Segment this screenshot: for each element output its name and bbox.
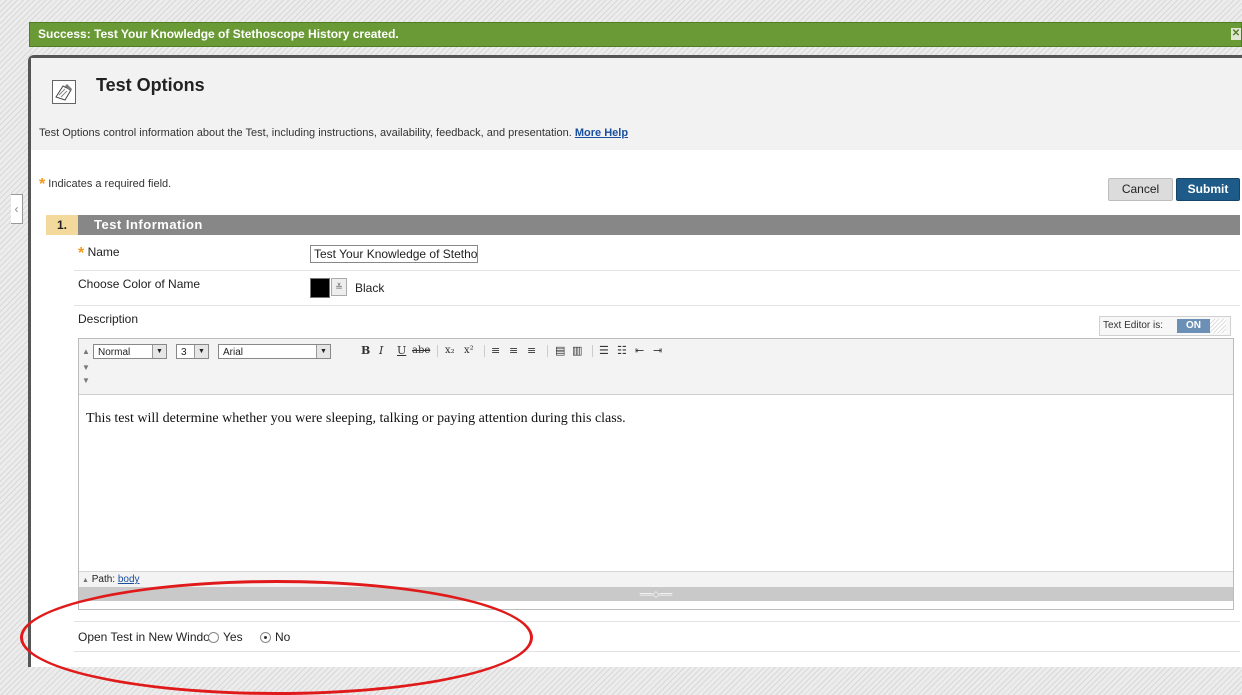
toolbar-separator bbox=[437, 345, 438, 357]
content-frame: Test Options Test Options control inform… bbox=[28, 55, 1242, 667]
required-note: * Indicates a required field. bbox=[39, 176, 171, 194]
section-title: Test Information bbox=[94, 217, 203, 232]
toolbar-separator bbox=[547, 345, 548, 357]
text-editor-toggle[interactable]: Text Editor is: ON bbox=[1099, 316, 1231, 336]
collapse-menu-button[interactable]: ‹ bbox=[11, 194, 23, 224]
path-collapse-icon[interactable]: ▲ bbox=[82, 577, 89, 584]
row-divider bbox=[74, 651, 1240, 652]
chevron-left-icon: ‹ bbox=[14, 202, 19, 216]
page-header: Test Options Test Options control inform… bbox=[31, 58, 1242, 150]
required-note-text: Indicates a required field. bbox=[48, 178, 172, 190]
name-label-text: Name bbox=[87, 245, 120, 259]
description-text: Test Options control information about t… bbox=[39, 127, 572, 139]
align-right-button[interactable]: ≡ bbox=[527, 344, 536, 358]
bullet-list-button[interactable]: ☷ bbox=[617, 344, 627, 358]
text-editor-on[interactable]: ON bbox=[1177, 319, 1210, 333]
success-banner: Success: Test Your Knowledge of Stethosc… bbox=[29, 22, 1242, 47]
numbered-list-button[interactable]: ☰ bbox=[599, 344, 609, 358]
paragraph-style-value: Normal bbox=[98, 347, 131, 358]
chevron-down-icon[interactable]: ▼ bbox=[82, 364, 90, 372]
font-family-select[interactable]: Arial ▼ bbox=[218, 344, 331, 359]
superscript-button[interactable]: x² bbox=[464, 344, 474, 358]
more-help-link[interactable]: More Help bbox=[575, 127, 628, 139]
success-message: Success: Test Your Knowledge of Stethosc… bbox=[38, 27, 399, 41]
open-window-yes-radio[interactable] bbox=[208, 632, 219, 643]
open-window-no-label[interactable]: No bbox=[275, 630, 290, 644]
open-window-yes-label[interactable]: Yes bbox=[223, 630, 243, 644]
outdent-button[interactable]: ⇤ bbox=[635, 344, 644, 358]
row-divider bbox=[74, 305, 1240, 306]
name-label: * Name bbox=[78, 245, 120, 263]
editor-toolbar: ▲ ▼ ▼ Normal ▼ 3 ▼ Arial ▼ B I U abe x₂ … bbox=[79, 339, 1233, 395]
open-window-label: Open Test in New Window bbox=[78, 630, 219, 644]
editor-resize-handle[interactable]: ══◇══ bbox=[79, 587, 1233, 601]
path-label: Path: bbox=[91, 574, 116, 585]
name-input[interactable]: Test Your Knowledge of Stethoscope Histo… bbox=[310, 245, 478, 263]
path-body-link[interactable]: body bbox=[118, 574, 140, 585]
rich-text-editor: ▲ ▼ ▼ Normal ▼ 3 ▼ Arial ▼ B I U abe x₂ … bbox=[78, 338, 1234, 610]
editor-path-bar: ▲ Path: body bbox=[79, 571, 1233, 587]
row-divider bbox=[74, 621, 1240, 622]
description-label: Description bbox=[78, 312, 139, 326]
test-options-icon bbox=[52, 80, 76, 104]
ltr-direction-button[interactable]: ▤ bbox=[555, 344, 565, 358]
row-divider bbox=[74, 270, 1240, 271]
indent-button[interactable]: ⇥ bbox=[653, 344, 662, 358]
text-editor-label: Text Editor is: bbox=[1103, 320, 1164, 331]
chevron-down-icon: ▼ bbox=[194, 345, 208, 358]
strikethrough-button[interactable]: abe bbox=[412, 344, 430, 358]
italic-button[interactable]: I bbox=[379, 344, 383, 358]
font-size-select[interactable]: 3 ▼ bbox=[176, 344, 209, 359]
bold-button[interactable]: B bbox=[361, 344, 370, 358]
font-family-value: Arial bbox=[223, 347, 244, 358]
toolbar-collapse-icon[interactable]: ▲ bbox=[82, 348, 90, 356]
paragraph-style-select[interactable]: Normal ▼ bbox=[93, 344, 167, 359]
color-name: Black bbox=[355, 281, 385, 295]
section-number: 1. bbox=[46, 215, 78, 235]
chevron-down-icon[interactable]: ▼ bbox=[82, 377, 90, 385]
text-editor-off[interactable] bbox=[1210, 319, 1226, 333]
toolbar-separator bbox=[592, 345, 593, 357]
align-left-button[interactable]: ≡ bbox=[491, 344, 500, 358]
underline-button[interactable]: U bbox=[397, 344, 406, 358]
chevron-down-icon: ▼ bbox=[152, 345, 166, 358]
rtl-direction-button[interactable]: ▥ bbox=[572, 344, 582, 358]
page-title: Test Options bbox=[96, 75, 205, 95]
cancel-button[interactable]: Cancel bbox=[1108, 178, 1173, 201]
editor-content[interactable]: This test will determine whether you wer… bbox=[79, 395, 1233, 572]
chevron-down-icon[interactable]: ≚ bbox=[331, 278, 347, 296]
font-size-value: 3 bbox=[181, 347, 187, 358]
required-star-icon: * bbox=[39, 176, 46, 193]
color-label: Choose Color of Name bbox=[78, 277, 201, 291]
color-swatch[interactable] bbox=[310, 278, 330, 298]
section-header: 1. Test Information bbox=[46, 215, 1240, 235]
submit-button[interactable]: Submit bbox=[1176, 178, 1240, 201]
chevron-down-icon: ▼ bbox=[316, 345, 330, 358]
close-icon[interactable]: ✕ bbox=[1231, 28, 1241, 40]
open-window-no-radio[interactable] bbox=[260, 632, 271, 643]
align-center-button[interactable]: ≡ bbox=[509, 344, 518, 358]
toolbar-separator bbox=[484, 345, 485, 357]
page-description: Test Options control information about t… bbox=[39, 127, 628, 139]
required-star-icon: * bbox=[78, 245, 85, 262]
subscript-button[interactable]: x₂ bbox=[445, 344, 455, 358]
